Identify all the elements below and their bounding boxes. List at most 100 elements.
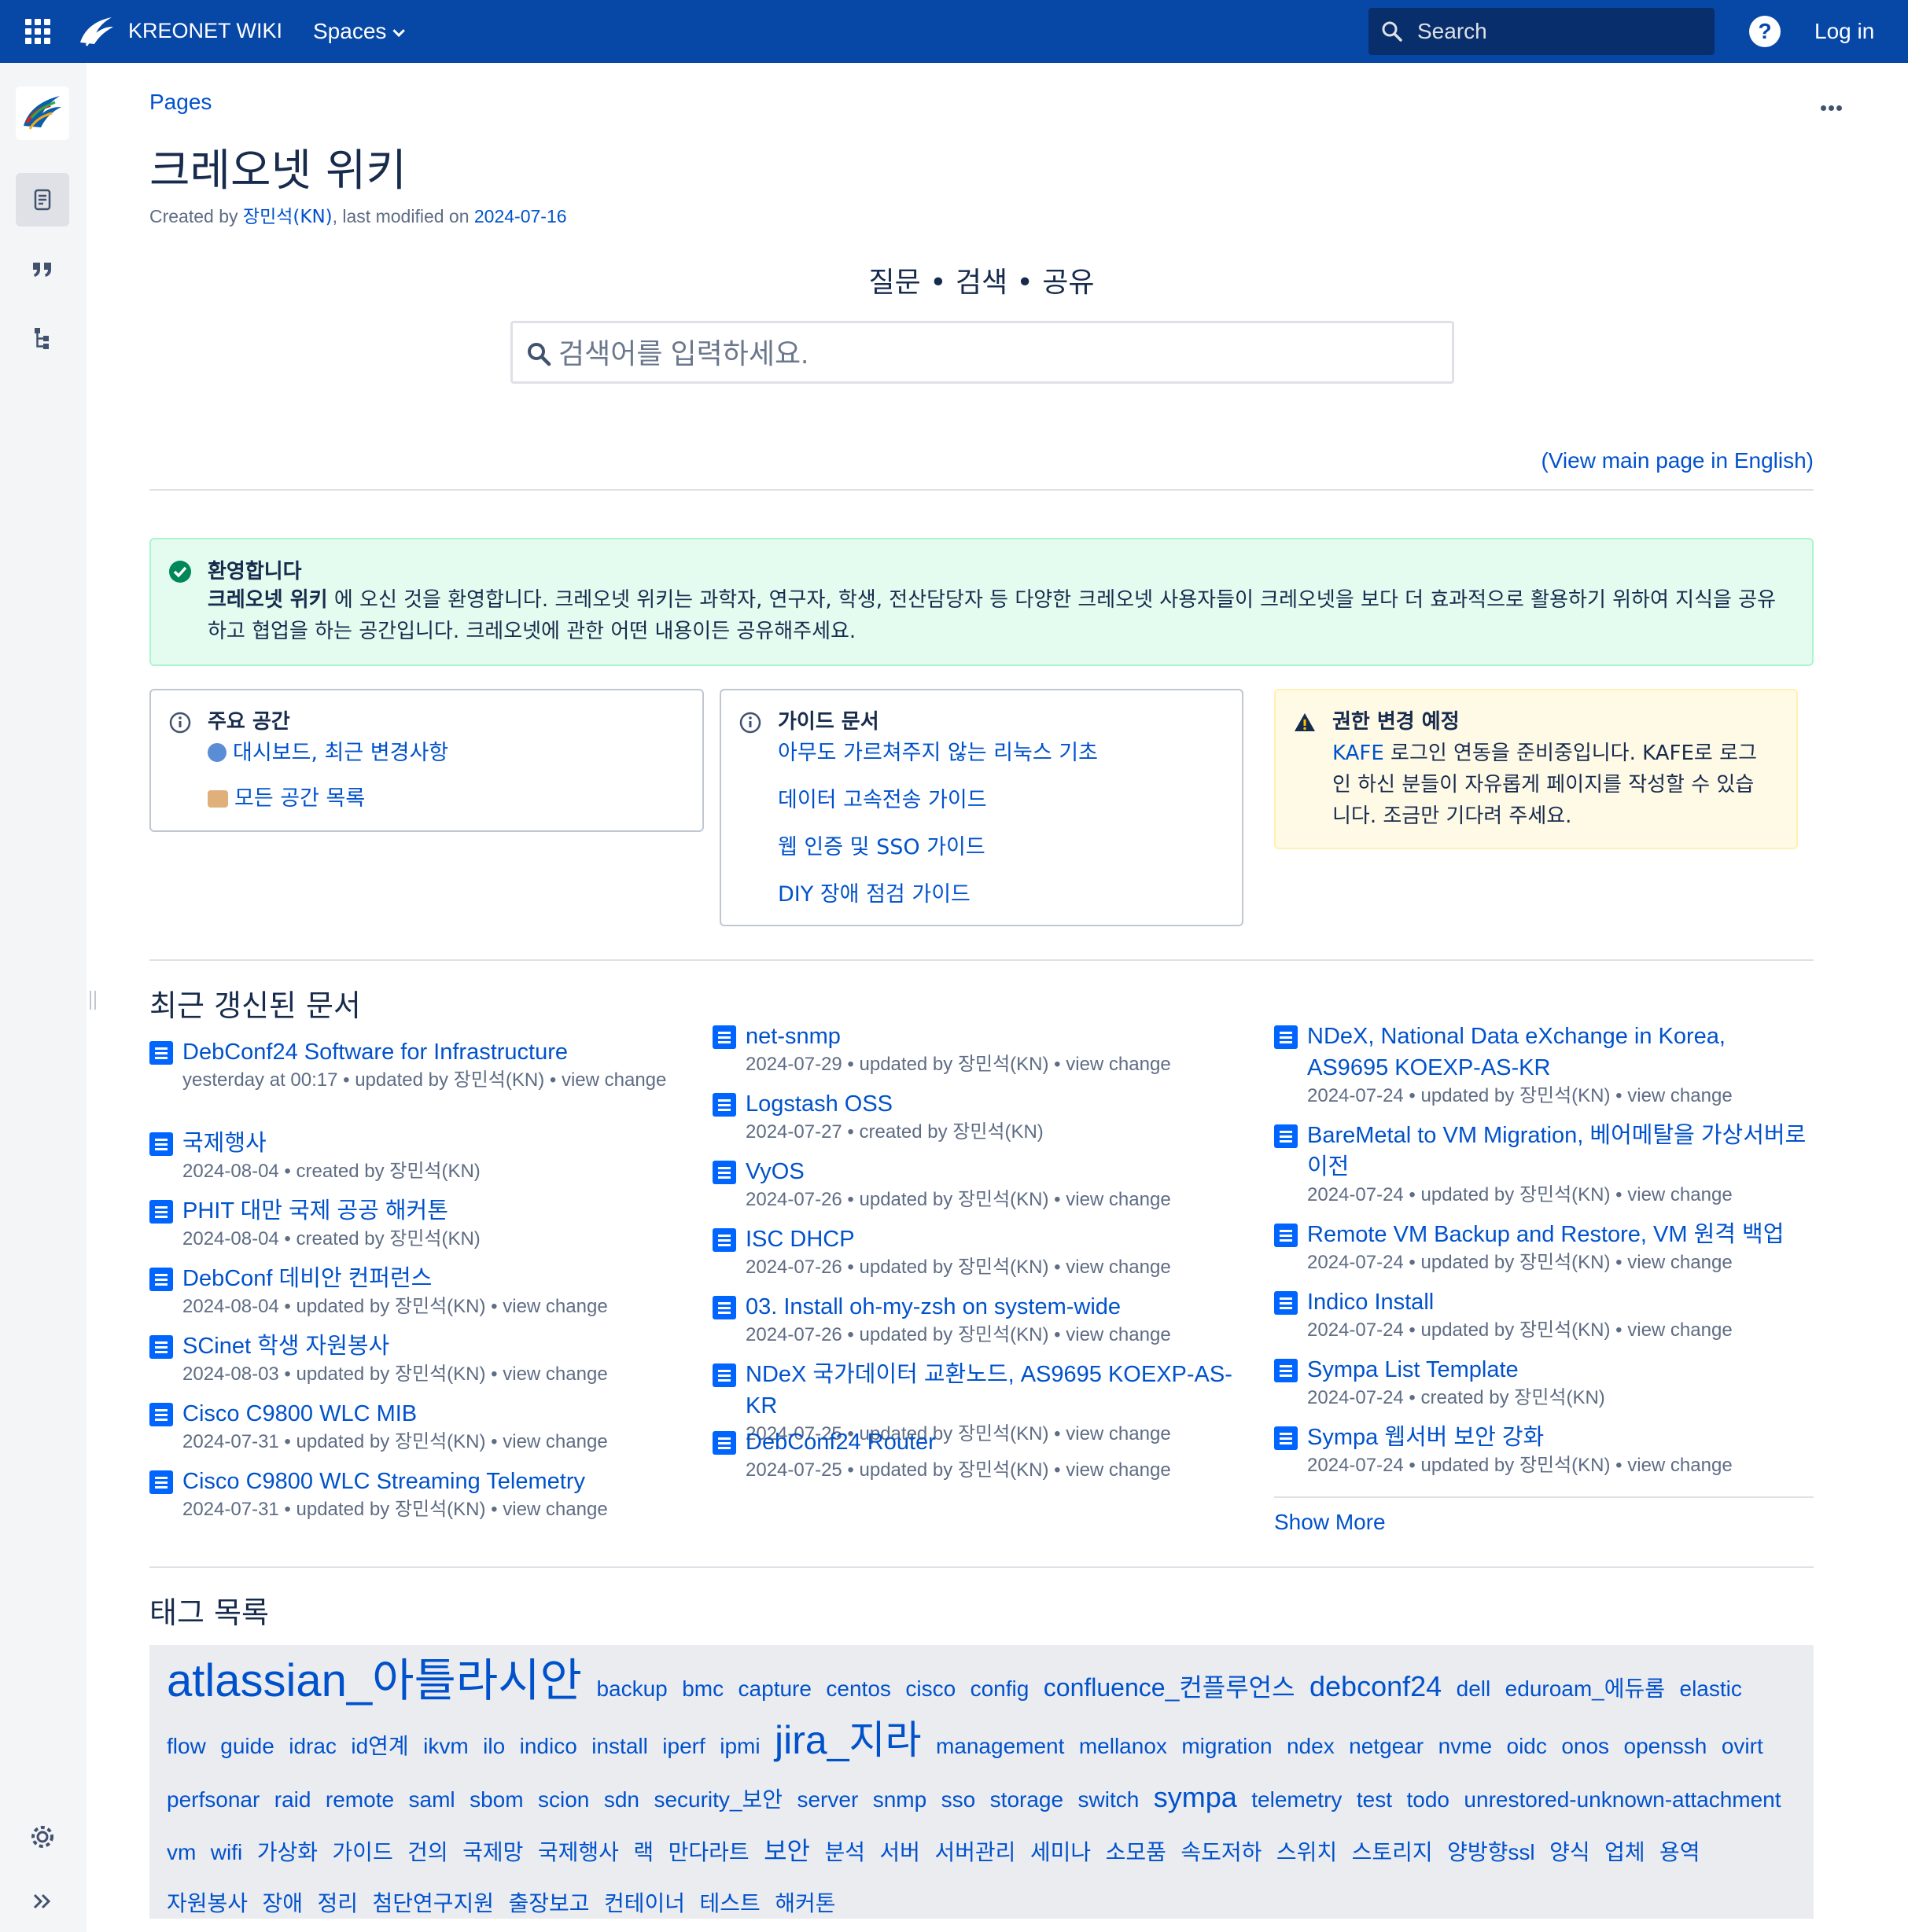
recent-doc-title-link[interactable]: DebConf24 Router: [746, 1426, 1247, 1458]
show-more-link[interactable]: Show More: [1274, 1510, 1386, 1535]
tag-link[interactable]: flow: [167, 1734, 206, 1758]
tag-link[interactable]: sbom: [470, 1787, 523, 1812]
tag-link[interactable]: todo: [1406, 1787, 1449, 1812]
app-switcher-icon[interactable]: [25, 19, 50, 44]
recent-doc-title-link[interactable]: Indico Install: [1307, 1286, 1809, 1318]
recent-doc-title-link[interactable]: Sympa List Template: [1307, 1354, 1809, 1386]
tag-link[interactable]: id연계: [351, 1734, 408, 1758]
tag-link[interactable]: sso: [941, 1787, 976, 1812]
tag-link[interactable]: 서버: [879, 1840, 920, 1864]
guide-link-diy[interactable]: DIY 장애 점검 가이드: [778, 879, 1210, 911]
recent-doc-title-link[interactable]: Logstash OSS: [746, 1088, 1247, 1120]
recent-doc-title-link[interactable]: VyOS: [746, 1156, 1247, 1187]
tag-link[interactable]: 출장보고: [508, 1891, 589, 1915]
main-search-input[interactable]: [558, 334, 1439, 374]
tag-link[interactable]: dell: [1457, 1676, 1491, 1701]
tag-link[interactable]: 해커톤: [775, 1891, 835, 1915]
tag-link[interactable]: backup: [596, 1676, 667, 1701]
tag-link[interactable]: 양방향ssl: [1447, 1840, 1535, 1864]
tag-link[interactable]: onos: [1561, 1734, 1609, 1758]
help-icon[interactable]: ?: [1749, 16, 1781, 47]
kreonet-logo-icon[interactable]: [76, 11, 116, 52]
settings-gear-icon[interactable]: [28, 1823, 57, 1851]
tag-link[interactable]: elastic: [1680, 1676, 1742, 1701]
tag-link[interactable]: mellanox: [1079, 1734, 1167, 1758]
tag-link[interactable]: 소모품: [1106, 1840, 1166, 1864]
recent-doc-title-link[interactable]: DebConf 데비안 컨퍼런스: [182, 1263, 684, 1294]
tag-link[interactable]: guide: [220, 1734, 274, 1758]
tag-link[interactable]: sympa: [1154, 1781, 1237, 1813]
recent-doc-title-link[interactable]: Cisco C9800 WLC Streaming Telemetry: [182, 1466, 684, 1497]
tag-link[interactable]: iperf: [662, 1734, 705, 1758]
recent-doc-title-link[interactable]: PHIT 대만 국제 공공 해커톤: [182, 1195, 684, 1227]
tag-link[interactable]: 정리: [317, 1891, 358, 1915]
tag-link[interactable]: 가상화: [257, 1840, 318, 1864]
tag-link[interactable]: sdn: [604, 1787, 639, 1812]
recent-doc-title-link[interactable]: 국제행사: [182, 1128, 684, 1159]
site-brand-link[interactable]: KREONET WIKI: [128, 19, 282, 43]
tag-link[interactable]: confluence_컨플루언스: [1044, 1673, 1295, 1702]
tag-link[interactable]: netgear: [1349, 1734, 1424, 1758]
tag-link[interactable]: 테스트: [699, 1891, 760, 1915]
recent-doc-title-link[interactable]: SCinet 학생 자원봉사: [182, 1330, 684, 1362]
breadcrumb-pages[interactable]: Pages: [149, 90, 212, 115]
spaces-menu[interactable]: Spaces: [313, 19, 406, 44]
tag-link[interactable]: install: [591, 1734, 648, 1758]
tag-link[interactable]: 스위치: [1276, 1840, 1337, 1864]
space-logo[interactable]: [16, 86, 69, 140]
sidebar-resize-handle[interactable]: [90, 991, 96, 1010]
recent-doc-title-link[interactable]: DebConf24 Software for Infrastructure: [182, 1036, 684, 1068]
dashboard-link[interactable]: 대시보드, 최근 변경사항: [208, 738, 671, 769]
tag-link[interactable]: vm: [167, 1840, 196, 1864]
tag-link[interactable]: 자원봉사: [167, 1891, 248, 1915]
tag-link[interactable]: indico: [520, 1734, 577, 1758]
tag-link[interactable]: ikvm: [423, 1734, 469, 1758]
expand-sidebar-icon[interactable]: [28, 1887, 57, 1915]
recent-doc-title-link[interactable]: Sympa 웹서버 보안 강화: [1307, 1422, 1809, 1453]
tag-link[interactable]: server: [797, 1787, 858, 1812]
recent-doc-title-link[interactable]: net-snmp: [746, 1021, 1247, 1052]
tag-link[interactable]: ovirt: [1722, 1734, 1763, 1758]
recent-doc-title-link[interactable]: NDeX 국가데이터 교환노드, AS9695 KOEXP-AS-KR: [746, 1359, 1247, 1422]
tag-link[interactable]: idrac: [289, 1734, 337, 1758]
main-search-box[interactable]: [510, 321, 1454, 384]
tag-link[interactable]: 만다라트: [669, 1840, 750, 1864]
sidebar-blog-button[interactable]: [16, 242, 69, 296]
top-search-input[interactable]: [1417, 17, 1700, 46]
all-spaces-link[interactable]: 모든 공간 목록: [208, 783, 671, 815]
recent-doc-title-link[interactable]: ISC DHCP: [746, 1224, 1247, 1255]
tag-link[interactable]: 랙: [633, 1840, 654, 1864]
tag-link[interactable]: perfsonar: [167, 1787, 260, 1812]
recent-doc-title-link[interactable]: Remote VM Backup and Restore, VM 원격 백업: [1307, 1219, 1809, 1250]
tag-link[interactable]: 스토리지: [1352, 1840, 1433, 1864]
tag-link[interactable]: centos: [826, 1676, 891, 1701]
tag-link[interactable]: saml: [409, 1787, 455, 1812]
more-actions-icon[interactable]: [1821, 99, 1844, 111]
guide-link-sso[interactable]: 웹 인증 및 SSO 가이드: [778, 832, 1210, 863]
tag-link[interactable]: test: [1357, 1787, 1392, 1812]
tag-link[interactable]: raid: [274, 1787, 311, 1812]
byline-author-link[interactable]: 장민석(KN): [243, 207, 333, 227]
tag-link[interactable]: jira_지라: [775, 1718, 921, 1762]
tag-link[interactable]: openssh: [1624, 1734, 1707, 1758]
tag-link[interactable]: remote: [326, 1787, 394, 1812]
sidebar-tree-button[interactable]: [16, 311, 69, 365]
tag-link[interactable]: storage: [990, 1787, 1063, 1812]
tag-link[interactable]: 국제망: [462, 1840, 523, 1864]
tag-link[interactable]: snmp: [873, 1787, 926, 1812]
recent-doc-title-link[interactable]: 03. Install oh-my-zsh on system-wide: [746, 1291, 1247, 1323]
login-link[interactable]: Log in: [1814, 19, 1874, 44]
tag-link[interactable]: management: [936, 1734, 1064, 1758]
tag-link[interactable]: cisco: [905, 1676, 956, 1701]
tag-link[interactable]: security_보안: [654, 1787, 783, 1812]
tag-link[interactable]: debconf24: [1309, 1670, 1442, 1702]
kafe-link[interactable]: KAFE: [1332, 742, 1384, 765]
recent-doc-title-link[interactable]: BareMetal to VM Migration, 베어메탈을 가상서버로 이…: [1307, 1120, 1809, 1183]
top-search-box[interactable]: [1368, 8, 1715, 55]
byline-date-link[interactable]: 2024-07-16: [474, 206, 567, 226]
tag-link[interactable]: 가이드: [332, 1840, 392, 1864]
tag-link[interactable]: ipmi: [720, 1734, 760, 1758]
tag-link[interactable]: scion: [538, 1787, 589, 1812]
tag-link[interactable]: 보안: [764, 1837, 810, 1865]
tag-link[interactable]: eduroam_에듀롬: [1505, 1676, 1665, 1701]
